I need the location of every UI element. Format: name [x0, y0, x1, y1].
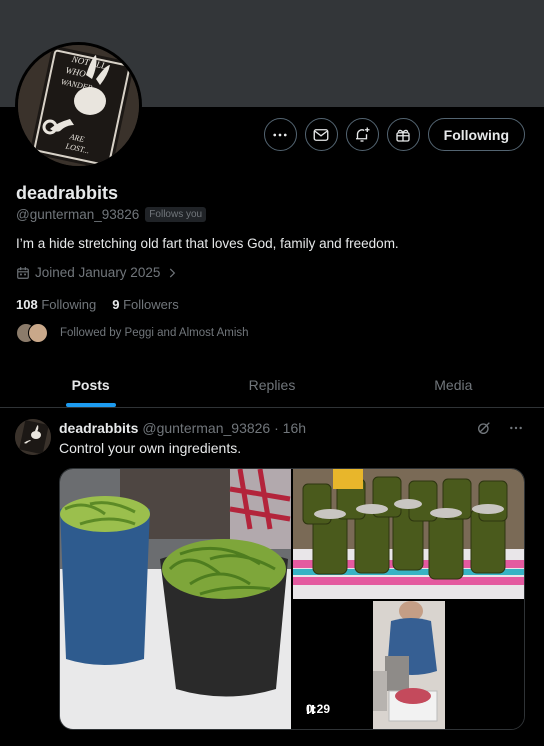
tweet-text: Control your own ingredients.: [59, 440, 242, 456]
following-stat[interactable]: 108 Following: [16, 297, 96, 312]
tweet-author-name[interactable]: deadrabbits: [59, 420, 138, 436]
followed-by-text: Followed by Peggi and Almost Amish: [60, 327, 249, 339]
followed-by-avatars: [16, 323, 48, 343]
tab-media-label: Media: [434, 376, 473, 393]
tweet-media-grid: 0:29: [59, 468, 525, 730]
tweet-header-actions: [476, 420, 524, 436]
grok-icon[interactable]: [476, 420, 492, 436]
envelope-icon: [313, 128, 329, 141]
profile-avatar[interactable]: NOT ALL WHO WANDER ARE LOST...: [15, 42, 142, 169]
followers-label: Followers: [123, 297, 179, 312]
tab-media[interactable]: Media: [363, 362, 544, 407]
notify-button[interactable]: [345, 118, 379, 151]
followed-by-row[interactable]: Followed by Peggi and Almost Amish: [16, 323, 249, 343]
following-button[interactable]: Following: [427, 118, 525, 151]
profile-bio: I’m a hide stretching old fart that love…: [16, 236, 399, 251]
calendar-icon: [17, 266, 29, 279]
joined-date: Joined January 2025: [35, 265, 161, 280]
tab-replies-label: Replies: [248, 376, 296, 393]
handle-row: @gunterman_93826 Follows you: [16, 207, 207, 222]
followers-stat[interactable]: 9 Followers: [112, 297, 178, 312]
profile-display-name: deadrabbits: [16, 183, 119, 203]
tweet-more-icon[interactable]: [508, 420, 524, 436]
video-play-status[interactable]: 0:29: [306, 702, 330, 716]
joined-date-row[interactable]: Joined January 2025: [16, 265, 179, 280]
profile-handle: @gunterman_93826: [16, 207, 140, 222]
followers-count: 9: [112, 297, 120, 312]
tab-posts-label: Posts: [71, 376, 110, 393]
following-label: Following: [41, 297, 97, 312]
tab-replies[interactable]: Replies: [181, 362, 362, 407]
follower-avatar: [28, 323, 48, 343]
pause-icon: [306, 704, 315, 714]
follow-stats: 108 Following 9 Followers: [16, 297, 179, 312]
gift-icon: [396, 129, 410, 142]
media-photo-canned-jars[interactable]: [293, 469, 525, 599]
tab-posts[interactable]: Posts: [0, 362, 181, 407]
subscribe-button[interactable]: [386, 118, 420, 151]
follows-you-badge: Follows you: [145, 207, 207, 222]
active-tab-indicator: [65, 403, 116, 407]
tweet-author-avatar[interactable]: [15, 419, 51, 455]
following-count: 108: [16, 297, 38, 312]
tweet-action-bar: [59, 738, 525, 746]
bell-plus-icon: [356, 127, 370, 142]
avatar-image: NOT ALL WHO WANDER ARE LOST...: [18, 45, 139, 166]
more-button[interactable]: [263, 118, 297, 151]
profile-actions: Following: [263, 118, 525, 151]
message-button[interactable]: [304, 118, 338, 151]
tweet-handle-time[interactable]: @gunterman_93826 · 16h: [142, 420, 306, 436]
tweet-header: deadrabbits @gunterman_93826 · 16h: [59, 420, 306, 436]
media-photo-green-beans[interactable]: [60, 469, 291, 729]
profile-tabs: Posts Replies Media: [0, 362, 544, 408]
chevron-right-icon: [170, 268, 176, 277]
more-horizontal-icon: [273, 133, 287, 136]
